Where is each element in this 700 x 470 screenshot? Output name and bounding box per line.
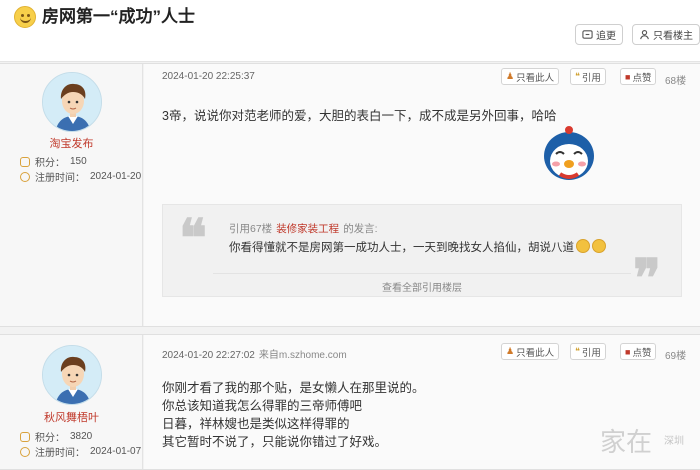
coin-icon xyxy=(20,431,30,442)
follow-button[interactable]: 追更 xyxy=(575,24,623,45)
site-watermark-sub: 深圳 xyxy=(664,436,684,447)
user-score: 积分： 3820 xyxy=(20,429,92,444)
user-icon xyxy=(640,30,649,40)
like-button[interactable]: ■ 点赞 xyxy=(620,68,657,85)
penguin-sticker xyxy=(544,126,594,180)
emoji-icon xyxy=(576,239,590,253)
user-score: 积分： 150 xyxy=(20,154,87,169)
quote-close-icon: ❞ xyxy=(633,248,661,309)
post-source: 来自m.szhome.com xyxy=(258,350,347,361)
avatar[interactable] xyxy=(42,72,102,132)
follow-label: 追更 xyxy=(596,31,616,42)
follow-icon xyxy=(582,30,593,39)
post-body: 2024-01-20 22:25:37 ♟ 只看此人 ❝ 引用 ■ 点赞 68楼 3帝… xyxy=(144,64,700,326)
view-all-quotes-link[interactable]: 查看全部引用楼层 xyxy=(213,273,631,294)
thread-title: 房网第一“成功”人士 xyxy=(42,7,195,26)
quote-icon: ❝ xyxy=(575,71,580,81)
smiley-icon xyxy=(14,6,36,28)
user-panel: 淘宝发布 积分： 150 注册时间： 2024-01-20 xyxy=(0,64,143,326)
thumb-up-icon: ■ xyxy=(625,346,631,357)
thumb-up-icon: ■ xyxy=(625,71,631,82)
only-this-user-button[interactable]: ♟ 只看此人 xyxy=(501,68,560,85)
quote-button[interactable]: ❝ 引用 xyxy=(570,343,606,360)
post-time: 2024-01-20 22:27:02 来自m.szhome.com xyxy=(162,350,347,361)
site-watermark: 家在 xyxy=(600,428,653,458)
user-panel: 秋风舞梧叶 积分： 3820 注册时间： 2024-01-07 xyxy=(0,335,143,469)
floor-number: 69楼 xyxy=(665,351,687,362)
post-content: 你刚才看了我的那个贴，是女懒人在那里说的。 你总该知道我怎么得罪的三帝师傅吧 日… xyxy=(162,381,425,449)
floor-number: 68楼 xyxy=(665,76,687,87)
quote-text: 你看得懂就不是房网第一成功人士，一天到晚找女人掐仙，胡说八道 xyxy=(229,239,606,255)
user-icon: ♟ xyxy=(506,71,515,81)
quote-open-icon: ❝ xyxy=(179,208,207,269)
post-69: 秋风舞梧叶 积分： 3820 注册时间： 2024-01-07 2024-01-20… xyxy=(0,334,700,470)
like-button[interactable]: ■ 点赞 xyxy=(620,343,657,360)
quote-block: ❝ 引用67楼 装修家装工程 的发言: 你看得懂就不是房网第一成功人士，一天到晚找女… xyxy=(162,204,682,305)
post-time: 2024-01-20 22:25:37 xyxy=(162,71,255,82)
avatar[interactable] xyxy=(42,345,102,405)
quote-header: 引用67楼 装修家装工程 的发言: xyxy=(229,223,378,235)
user-reg-time: 注册时间： 2024-01-07 xyxy=(20,444,141,459)
quote-icon: ❝ xyxy=(575,346,580,356)
only-op-label: 只看楼主 xyxy=(653,31,693,42)
username[interactable]: 淘宝发布 xyxy=(0,135,143,151)
post-content: 3帝，说说你对范老师的爱，大胆的表白一下，成不成是另外回事，哈哈 xyxy=(162,109,557,123)
clock-icon xyxy=(20,171,30,182)
only-op-button[interactable]: 只看楼主 xyxy=(632,24,700,45)
user-icon: ♟ xyxy=(506,346,515,356)
coin-icon xyxy=(20,156,30,167)
emoji-icon xyxy=(592,239,606,253)
only-this-user-button[interactable]: ♟ 只看此人 xyxy=(501,343,560,360)
user-reg-time: 注册时间： 2024-01-20 xyxy=(20,169,141,184)
clock-icon xyxy=(20,446,30,457)
post-68: 淘宝发布 积分： 150 注册时间： 2024-01-20 2024-01-20 2… xyxy=(0,63,700,327)
username[interactable]: 秋风舞梧叶 xyxy=(0,409,143,425)
thread-header: 房网第一“成功”人士 追更 只看楼主 xyxy=(0,0,700,62)
quote-button[interactable]: ❝ 引用 xyxy=(570,68,606,85)
quote-author[interactable]: 装修家装工程 xyxy=(276,223,339,235)
